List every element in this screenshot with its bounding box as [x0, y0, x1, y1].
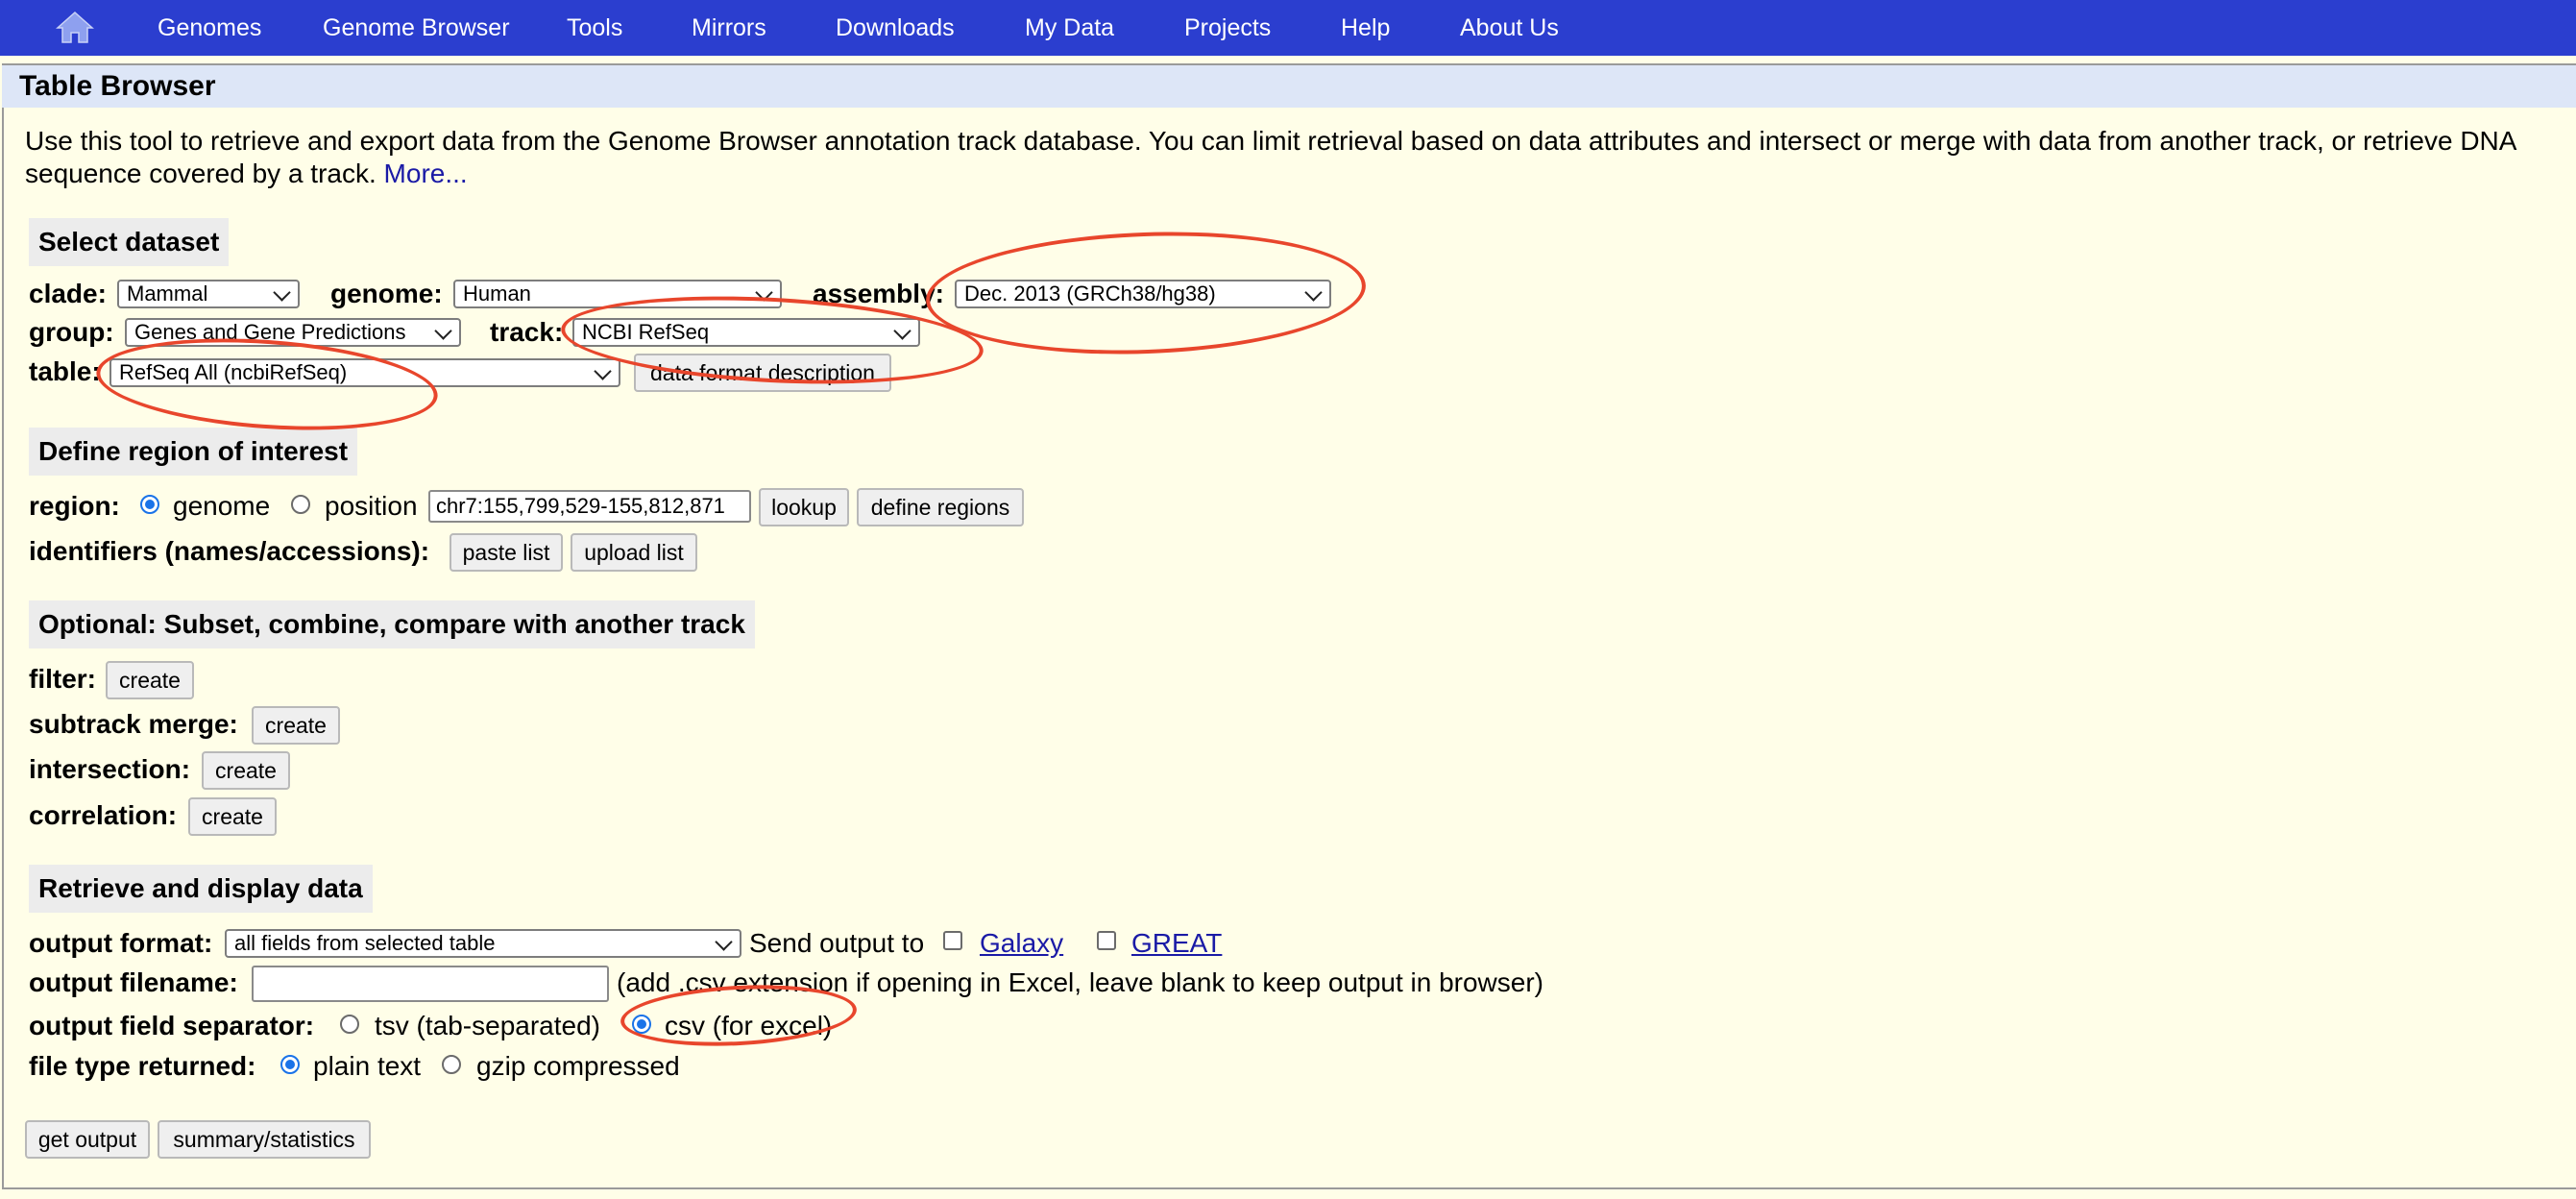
output-field-separator-label: output field separator: [29, 1011, 315, 1040]
region-label: region: [29, 491, 120, 521]
clade-select[interactable]: Mammal [117, 280, 300, 308]
nav-genomes[interactable]: Genomes [158, 0, 261, 56]
output-format-select[interactable]: all fields from selected table [225, 929, 741, 958]
data-format-description-button[interactable]: data format description [634, 354, 891, 392]
tsv-radio[interactable] [340, 1015, 359, 1034]
filter-create-button[interactable]: create [106, 661, 194, 699]
galaxy-link[interactable]: Galaxy [980, 927, 1063, 960]
plain-text-radio[interactable] [280, 1055, 300, 1074]
define-regions-button[interactable]: define regions [857, 488, 1024, 526]
group-select[interactable]: Genes and Gene Predictions [125, 318, 461, 347]
page-title: Table Browser [19, 70, 216, 102]
gzip-radio[interactable] [442, 1055, 461, 1074]
group-value: Genes and Gene Predictions [134, 320, 406, 344]
identifiers-label: identifiers (names/accessions): [29, 536, 430, 566]
output-filename-label: output filename: [29, 967, 238, 997]
retrieve-heading: Retrieve and display data [29, 865, 373, 913]
output-format-label: output format: [29, 928, 213, 958]
nav-help[interactable]: Help [1341, 0, 1390, 56]
genome-select[interactable]: Human [453, 280, 782, 308]
table-value: RefSeq All (ncbiRefSeq) [119, 360, 348, 384]
nav-downloads[interactable]: Downloads [836, 0, 955, 56]
nav-mirrors[interactable]: Mirrors [692, 0, 766, 56]
upload-list-button[interactable]: upload list [571, 533, 697, 572]
top-navigation-bar: Genomes Genome Browser Tools Mirrors Dow… [0, 0, 2576, 56]
position-input[interactable]: chr7:155,799,529-155,812,871 [428, 490, 751, 523]
track-label: track: [490, 317, 564, 347]
subtrack-merge-create-button[interactable]: create [252, 706, 340, 745]
track-select[interactable]: NCBI RefSeq [572, 318, 920, 347]
csv-label: csv (for excel) [665, 1011, 833, 1040]
define-region-heading: Define region of interest [29, 428, 358, 476]
great-link[interactable]: GREAT [1131, 927, 1222, 960]
subtrack-merge-label: subtrack merge: [29, 709, 238, 739]
chevron-down-icon [715, 933, 733, 951]
nav-projects[interactable]: Projects [1184, 0, 1271, 56]
chevron-down-icon [1304, 283, 1323, 302]
gzip-label: gzip compressed [476, 1051, 680, 1081]
region-position-label: position [325, 491, 418, 521]
nav-my-data[interactable]: My Data [1025, 0, 1114, 56]
chevron-down-icon [893, 322, 911, 340]
track-value: NCBI RefSeq [582, 320, 710, 344]
correlation-label: correlation: [29, 800, 178, 830]
select-dataset-heading: Select dataset [29, 218, 230, 266]
region-position-radio[interactable] [291, 495, 310, 514]
group-label: group: [29, 317, 114, 347]
output-format-value: all fields from selected table [234, 931, 496, 955]
genome-value: Human [463, 281, 531, 306]
intro-text: Use this tool to retrieve and export dat… [25, 125, 2561, 190]
chevron-down-icon [434, 322, 452, 340]
assembly-value: Dec. 2013 (GRCh38/hg38) [964, 281, 1216, 306]
paste-list-button[interactable]: paste list [450, 533, 563, 572]
table-select[interactable]: RefSeq All (ncbiRefSeq) [109, 358, 620, 387]
file-type-label: file type returned: [29, 1051, 256, 1081]
lookup-button[interactable]: lookup [759, 488, 849, 526]
title-bar [2, 65, 2576, 108]
table-label: table: [29, 356, 101, 386]
genome-label: genome: [330, 279, 443, 308]
assembly-select[interactable]: Dec. 2013 (GRCh38/hg38) [955, 280, 1331, 308]
csv-radio[interactable] [632, 1015, 651, 1034]
filter-label: filter: [29, 664, 96, 694]
home-icon[interactable] [54, 10, 96, 44]
summary-statistics-button[interactable]: summary/statistics [158, 1120, 371, 1159]
chevron-down-icon [594, 362, 612, 380]
tsv-label: tsv (tab-separated) [375, 1011, 600, 1040]
send-output-label: Send output to [749, 928, 925, 958]
region-genome-radio[interactable] [140, 495, 159, 514]
nav-tools[interactable]: Tools [567, 0, 622, 56]
region-genome-label: genome [173, 491, 271, 521]
plain-text-label: plain text [313, 1051, 422, 1081]
clade-label: clade: [29, 279, 107, 308]
nav-genome-browser[interactable]: Genome Browser [323, 0, 510, 56]
great-checkbox[interactable] [1097, 931, 1116, 950]
nav-about-us[interactable]: About Us [1460, 0, 1559, 56]
galaxy-checkbox[interactable] [943, 931, 962, 950]
output-filename-input[interactable] [252, 966, 609, 1002]
more-link[interactable]: More... [384, 159, 468, 188]
filename-hint: (add .csv extension if opening in Excel,… [617, 967, 1544, 997]
assembly-label: assembly: [813, 279, 944, 308]
get-output-button[interactable]: get output [25, 1120, 150, 1159]
correlation-create-button[interactable]: create [188, 797, 277, 836]
chevron-down-icon [755, 283, 773, 302]
chevron-down-icon [273, 283, 291, 302]
optional-heading: Optional: Subset, combine, compare with … [29, 600, 755, 648]
clade-value: Mammal [127, 281, 208, 306]
intersection-create-button[interactable]: create [202, 751, 290, 790]
intersection-label: intersection: [29, 754, 191, 784]
